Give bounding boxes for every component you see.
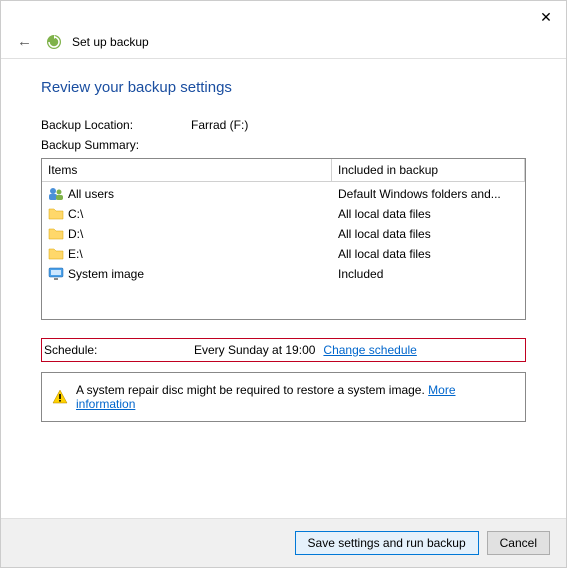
notice-message: A system repair disc might be required t… <box>76 383 425 397</box>
folder-icon <box>48 226 64 242</box>
item-included: All local data files <box>332 244 525 264</box>
folder-icon <box>48 246 64 262</box>
titlebar: ✕ <box>1 1 566 33</box>
item-name: C:\ <box>68 204 83 224</box>
backup-summary-list: Items Included in backup All users Defau… <box>41 158 526 320</box>
system-repair-notice: A system repair disc might be required t… <box>41 372 526 422</box>
list-item[interactable]: D:\ All local data files <box>42 224 525 244</box>
item-included: Default Windows folders and... <box>332 184 525 204</box>
list-item[interactable]: System image Included <box>42 264 525 284</box>
schedule-value: Every Sunday at 19:00 <box>194 343 315 357</box>
item-name: All users <box>68 184 114 204</box>
backup-summary-label: Backup Summary: <box>41 138 139 152</box>
column-header-items[interactable]: Items <box>42 159 332 182</box>
cancel-button[interactable]: Cancel <box>487 531 550 555</box>
backup-wizard-window: ✕ ← Set up backup Review your backup set… <box>0 0 567 568</box>
warning-icon <box>52 389 68 405</box>
item-name: D:\ <box>68 224 83 244</box>
back-button[interactable]: ← <box>13 33 36 50</box>
item-included: All local data files <box>332 204 525 224</box>
back-arrow-icon: ← <box>17 33 32 50</box>
users-icon <box>48 186 64 202</box>
schedule-label: Schedule: <box>44 343 194 357</box>
backup-summary-label-row: Backup Summary: <box>41 138 526 152</box>
backup-location-value: Farrad (F:) <box>191 118 248 132</box>
item-included: All local data files <box>332 224 525 244</box>
close-icon: ✕ <box>540 9 552 26</box>
item-name: System image <box>68 264 144 284</box>
list-item[interactable]: E:\ All local data files <box>42 244 525 264</box>
monitor-icon <box>48 266 64 282</box>
header: ← Set up backup <box>1 33 566 58</box>
list-body: All users Default Windows folders and...… <box>42 182 525 286</box>
folder-icon <box>48 206 64 222</box>
schedule-row: Schedule: Every Sunday at 19:00 Change s… <box>41 338 526 362</box>
column-header-included[interactable]: Included in backup <box>332 159 525 182</box>
item-name: E:\ <box>68 244 83 264</box>
item-included: Included <box>332 264 525 284</box>
notice-text: A system repair disc might be required t… <box>76 383 515 411</box>
change-schedule-link[interactable]: Change schedule <box>323 343 416 357</box>
page-heading: Review your backup settings <box>41 79 526 96</box>
save-and-run-button[interactable]: Save settings and run backup <box>295 531 479 555</box>
backup-icon <box>46 34 62 50</box>
list-header: Items Included in backup <box>42 159 525 182</box>
window-title: Set up backup <box>72 35 149 49</box>
list-item[interactable]: C:\ All local data files <box>42 204 525 224</box>
backup-location-row: Backup Location: Farrad (F:) <box>41 118 526 132</box>
backup-location-label: Backup Location: <box>41 118 191 132</box>
footer: Save settings and run backup Cancel <box>1 518 566 567</box>
list-item[interactable]: All users Default Windows folders and... <box>42 184 525 204</box>
close-button[interactable]: ✕ <box>526 1 566 33</box>
content-area: Review your backup settings Backup Locat… <box>1 59 566 518</box>
